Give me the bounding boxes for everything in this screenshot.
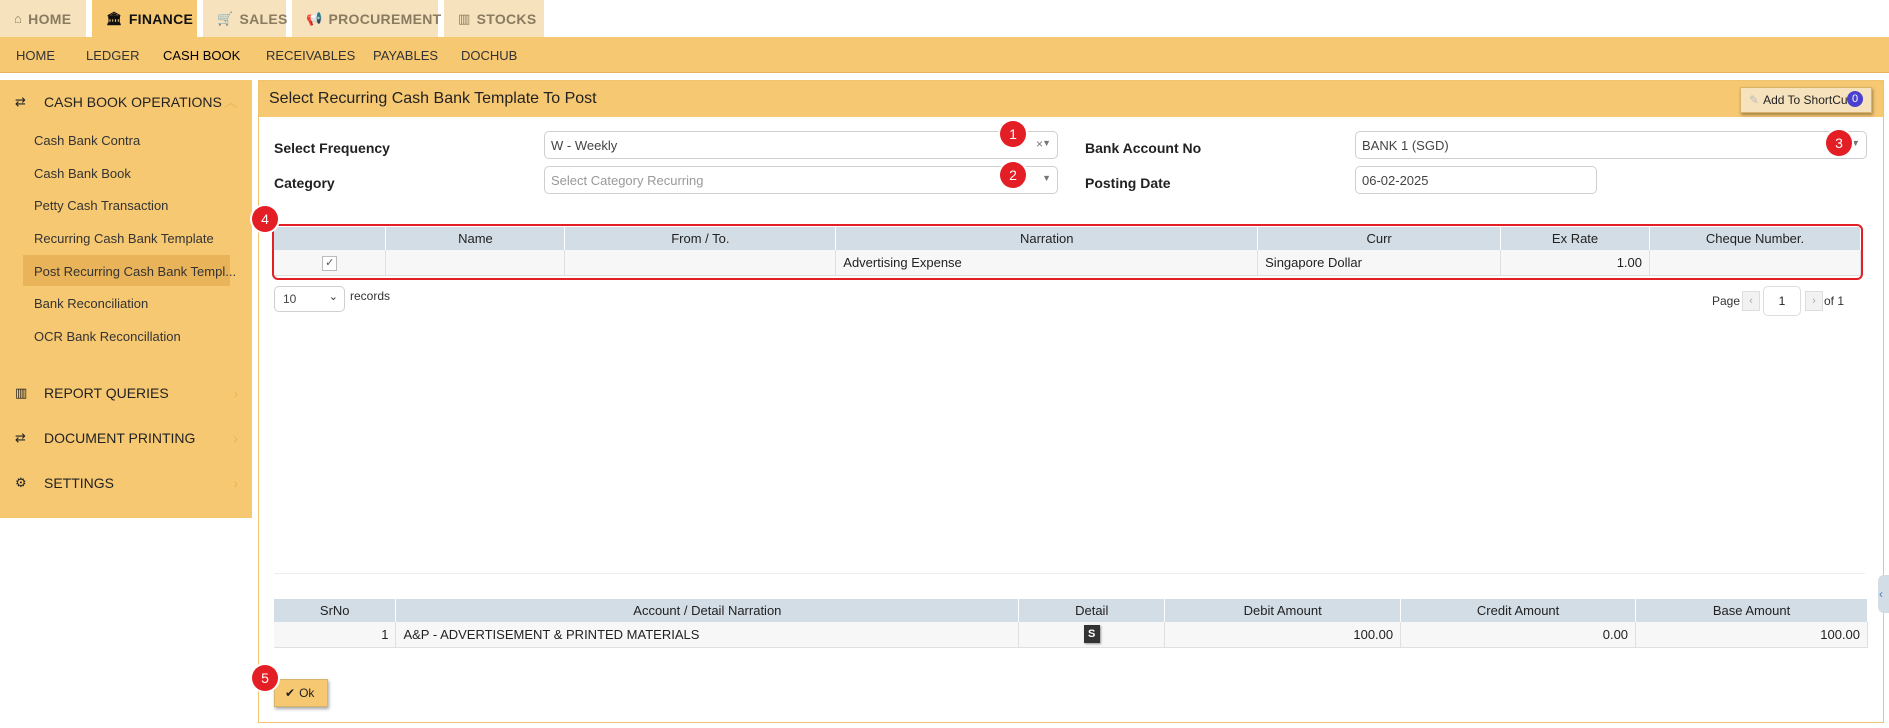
cell-credit: 0.00 [1400, 622, 1637, 648]
sidebar-item-post-recurring-label[interactable]: Post Recurring Cash Bank Templ... [34, 264, 236, 279]
prev-page-button[interactable]: ‹ [1742, 291, 1760, 311]
cell-srno: 1 [274, 622, 397, 648]
detail-button[interactable]: S [1083, 625, 1100, 644]
step-badge-3: 3 [1826, 130, 1852, 156]
col-credit: Credit Amount [1400, 599, 1637, 622]
tab-sales[interactable]: 🛒 SALES [203, 0, 287, 37]
cell-debit: 100.00 [1164, 622, 1402, 648]
megaphone-icon: 📢 [306, 10, 323, 26]
frequency-select[interactable]: W - Weekly × ▼ [544, 131, 1058, 159]
cell-account: A&P - ADVERTISEMENT & PRINTED MATERIALS [395, 622, 1020, 648]
of-pages-label: of 1 [1824, 294, 1845, 308]
add-to-shortcut-button[interactable]: ✎ Add To ShortCut 0 [1740, 87, 1872, 113]
pencil-icon: ✎ [1749, 93, 1760, 107]
sidebar-item-cash-bank-contra[interactable]: Cash Bank Contra [34, 133, 140, 148]
caret-down-icon: ▼ [1042, 173, 1051, 183]
bank-account-label: Bank Account No [1085, 140, 1202, 156]
page-size-select[interactable]: 10 ⌄ [274, 286, 345, 312]
sidebar-item-recurring-template[interactable]: Recurring Cash Bank Template [34, 231, 214, 246]
sidebar-section-report-queries[interactable]: ▥ REPORT QUERIES › [0, 378, 252, 408]
chevron-right-icon: › [233, 475, 238, 491]
col-debit: Debit Amount [1164, 599, 1402, 622]
sidebar-item-cash-bank-book[interactable]: Cash Bank Book [34, 166, 131, 181]
frequency-label: Select Frequency [274, 140, 390, 156]
records-label: records [350, 289, 391, 303]
tab-procurement[interactable]: 📢 PROCUREMENT [292, 0, 441, 37]
subnav-receivables[interactable]: RECEIVABLES [266, 48, 355, 63]
chevron-right-icon: › [1812, 295, 1816, 307]
divider [274, 573, 1865, 574]
sidebar-section-settings[interactable]: ⚙ SETTINGS › [0, 468, 252, 498]
step-badge-1: 1 [1000, 121, 1026, 147]
caret-down-icon: ▼ [1042, 138, 1051, 148]
page-label: Page [1712, 294, 1741, 308]
sub-nav: HOME LEDGER CASH BOOK RECEIVABLES PAYABL… [0, 37, 1889, 73]
ok-button[interactable]: ✔ Ok [274, 679, 328, 707]
sidebar-section-document-printing[interactable]: ⇄ DOCUMENT PRINTING › [0, 423, 252, 453]
shortcut-count-badge: 0 [1847, 91, 1863, 107]
chevron-left-icon: ‹ [1749, 295, 1753, 307]
chevron-right-icon: › [233, 385, 238, 401]
step-badge-5: 5 [252, 665, 278, 691]
subnav-home[interactable]: HOME [16, 48, 55, 63]
posting-date-input[interactable]: 06-02-2025 [1355, 166, 1597, 194]
page-input[interactable]: 1 [1763, 286, 1801, 316]
sidebar-item-ocr-bank-reconciliation[interactable]: OCR Bank Reconcillation [34, 329, 181, 344]
chevron-down-icon: ⌄ [328, 291, 338, 303]
table-row: 1 A&P - ADVERTISEMENT & PRINTED MATERIAL… [274, 622, 1868, 648]
chevron-left-icon: ‹ [1879, 587, 1883, 601]
tab-home[interactable]: ⌂ HOME [0, 0, 86, 37]
bar-chart-icon: ▥ [458, 10, 471, 26]
caret-down-icon: ▼ [1851, 138, 1860, 148]
bank-account-select[interactable]: BANK 1 (SGD) ▼ [1355, 131, 1867, 159]
subnav-dochub[interactable]: DOCHUB [461, 48, 517, 63]
panel-header: Select Recurring Cash Bank Template To P… [259, 81, 1883, 117]
category-select[interactable]: Select Category Recurring ▼ [544, 166, 1058, 194]
side-panel-toggle[interactable]: ‹ [1878, 575, 1889, 613]
step-badge-2: 2 [1000, 162, 1026, 188]
col-srno: SrNo [274, 599, 397, 622]
detail-table: SrNo Account / Detail Narration Detail D… [274, 599, 1868, 648]
next-page-button[interactable]: › [1805, 291, 1823, 311]
chevron-right-icon: › [233, 430, 238, 446]
module-tabs: ⌂ HOME 🏛 FINANCE 🛒 SALES 📢 PROCUREMENT ▥ STOC… [0, 0, 1889, 37]
cell-detail: S [1018, 622, 1166, 648]
sidebar: ⇄ CASH BOOK OPERATIONS ︿ Cash Bank Contr… [0, 80, 252, 518]
posting-date-label: Posting Date [1085, 175, 1171, 191]
col-account: Account / Detail Narration [395, 599, 1020, 622]
bank-icon: 🏛 [106, 10, 123, 26]
sidebar-section-cash-book-operations[interactable]: ⇄ CASH BOOK OPERATIONS ︿ [0, 87, 252, 117]
subnav-cash-book[interactable]: CASH BOOK [163, 48, 240, 63]
bar-chart-icon: ▥ [15, 385, 28, 400]
page-title: Select Recurring Cash Bank Template To P… [269, 90, 597, 107]
home-icon: ⌂ [14, 11, 23, 26]
subnav-payables[interactable]: PAYABLES [373, 48, 438, 63]
transfer-icon: ⇄ [15, 94, 26, 109]
transfer-icon: ⇄ [15, 430, 26, 445]
gears-icon: ⚙ [15, 475, 27, 490]
cart-icon: 🛒 [217, 10, 234, 26]
col-base: Base Amount [1635, 599, 1868, 622]
subnav-ledger[interactable]: LEDGER [86, 48, 139, 63]
main-panel: Select Recurring Cash Bank Template To P… [258, 80, 1884, 723]
tab-stocks[interactable]: ▥ STOCKS [444, 0, 544, 37]
col-detail: Detail [1018, 599, 1166, 622]
category-label: Category [274, 175, 335, 191]
sidebar-item-petty-cash[interactable]: Petty Cash Transaction [34, 198, 168, 213]
highlight-box-template-table [272, 224, 1863, 280]
tab-finance[interactable]: 🏛 FINANCE [92, 0, 197, 37]
cell-base: 100.00 [1635, 622, 1868, 648]
detail-table-header: SrNo Account / Detail Narration Detail D… [274, 599, 1868, 622]
check-icon: ✔ [285, 686, 296, 700]
chevron-up-icon: ︿ [224, 94, 238, 110]
step-badge-4: 4 [252, 206, 278, 232]
sidebar-item-bank-reconciliation[interactable]: Bank Reconciliation [34, 296, 148, 311]
